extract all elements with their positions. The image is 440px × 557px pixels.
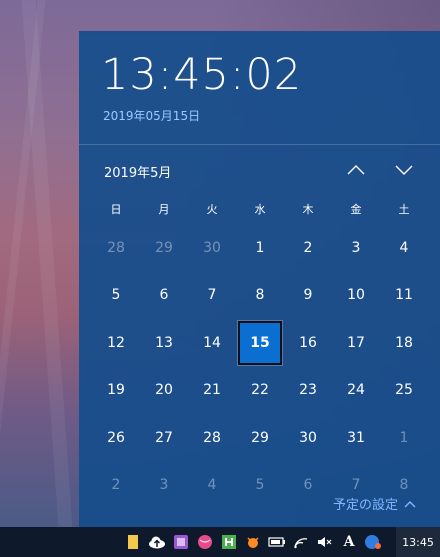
calendar-week-row: 28 29 30 1 2 3 4 xyxy=(92,224,428,272)
calendar-day-today[interactable]: 15 xyxy=(237,319,283,366)
calendar-day[interactable]: 13 xyxy=(140,319,188,367)
calendar-day[interactable]: 11 xyxy=(380,272,428,320)
calendar-day[interactable]: 17 xyxy=(332,319,380,367)
calendar-day[interactable]: 8 xyxy=(236,272,284,320)
weekday-label: 日 xyxy=(110,203,122,216)
month-title[interactable]: 2019年5月 xyxy=(104,162,171,181)
calendar-day[interactable]: 6 xyxy=(140,272,188,320)
clock-date[interactable]: 2019年05月15日 xyxy=(103,107,200,124)
calendar-day[interactable]: 29 xyxy=(140,224,188,272)
next-month-button[interactable] xyxy=(392,159,416,181)
calendar-day[interactable]: 1 xyxy=(380,414,428,462)
weekday-label: 金 xyxy=(350,203,362,216)
taskbar: A 13:45 xyxy=(0,527,440,557)
ball-icon[interactable] xyxy=(196,533,214,551)
calendar-day[interactable]: 2 xyxy=(92,462,140,510)
calendar-day[interactable]: 19 xyxy=(92,367,140,415)
calendar-day[interactable]: 22 xyxy=(236,367,284,415)
calendar-day[interactable]: 5 xyxy=(236,462,284,510)
calendar-day[interactable]: 3 xyxy=(140,462,188,510)
calendar-day[interactable]: 31 xyxy=(332,414,380,462)
calendar-day[interactable]: 28 xyxy=(188,414,236,462)
weekday-label: 月 xyxy=(158,203,170,216)
weekday-label: 木 xyxy=(302,203,314,216)
calendar-day[interactable]: 18 xyxy=(380,319,428,367)
clock-calendar-flyout: 13:45:02 2019年05月15日 2019年5月 日月火水木金土 28 2… xyxy=(79,31,440,527)
file-icon[interactable] xyxy=(124,533,142,551)
chevron-down-icon xyxy=(395,165,413,175)
calendar-day[interactable]: 10 xyxy=(332,272,380,320)
speaker-muted-icon[interactable] xyxy=(316,533,334,551)
battery-icon[interactable] xyxy=(268,533,286,551)
bug-icon[interactable] xyxy=(244,533,262,551)
calendar-day[interactable]: 20 xyxy=(140,367,188,415)
calendar-day[interactable]: 21 xyxy=(188,367,236,415)
calendar-day[interactable]: 4 xyxy=(188,462,236,510)
previous-month-button[interactable] xyxy=(344,159,368,181)
system-tray: A xyxy=(124,527,382,557)
weekday-header: 日月火水木金土 xyxy=(92,201,428,221)
h-icon[interactable] xyxy=(220,533,238,551)
calendar-day[interactable]: 24 xyxy=(332,367,380,415)
calendar-day[interactable]: 5 xyxy=(92,272,140,320)
calendar-day[interactable]: 2 xyxy=(284,224,332,272)
calendar-day[interactable]: 27 xyxy=(140,414,188,462)
calendar-day[interactable]: 6 xyxy=(284,462,332,510)
divider xyxy=(79,144,440,145)
calendar-day[interactable]: 23 xyxy=(284,367,332,415)
agenda-settings-link[interactable]: 予定の設定 xyxy=(333,494,416,513)
calendar-day[interactable]: 7 xyxy=(188,272,236,320)
calendar-grid: 28 29 30 1 2 3 4 5 6 7 8 9 10 11 12 13 14 15 16 17 18 19 20 21 2… xyxy=(92,224,428,509)
calendar-day[interactable]: 30 xyxy=(284,414,332,462)
app-icon[interactable] xyxy=(172,533,190,551)
cloud-upload-icon[interactable] xyxy=(148,533,166,551)
calendar-day[interactable]: 12 xyxy=(92,319,140,367)
calendar-day[interactable]: 1 xyxy=(236,224,284,272)
weekday-label: 水 xyxy=(254,203,266,216)
chevron-up-icon xyxy=(404,500,416,507)
calendar-day[interactable]: 9 xyxy=(284,272,332,320)
calendar-week-row: 5 6 7 8 9 10 11 xyxy=(92,272,428,320)
calendar-day[interactable]: 3 xyxy=(332,224,380,272)
clock-time: 13:45:02 xyxy=(101,50,303,100)
calendar-week-row: 12 13 14 15 16 17 18 xyxy=(92,319,428,367)
calendar-week-row: 19 20 21 22 23 24 25 xyxy=(92,367,428,415)
calendar-day[interactable]: 16 xyxy=(284,319,332,367)
agenda-settings-label: 予定の設定 xyxy=(332,498,398,513)
weekday-label: 土 xyxy=(398,203,410,216)
calendar-day[interactable]: 25 xyxy=(380,367,428,415)
calendar-day[interactable]: 30 xyxy=(188,224,236,272)
chevron-up-icon xyxy=(347,165,365,175)
weekday-label: 火 xyxy=(206,203,218,216)
calendar-day[interactable]: 4 xyxy=(380,224,428,272)
calendar-day[interactable]: 28 xyxy=(92,224,140,272)
ime-icon[interactable]: A xyxy=(340,533,358,551)
wifi-icon[interactable] xyxy=(292,533,310,551)
calendar-day[interactable]: 26 xyxy=(92,414,140,462)
round-app-icon[interactable] xyxy=(364,533,382,551)
calendar-day[interactable]: 29 xyxy=(236,414,284,462)
calendar-week-row: 26 27 28 29 30 31 1 xyxy=(92,414,428,462)
taskbar-clock[interactable]: 13:45 xyxy=(396,527,440,557)
calendar-day[interactable]: 14 xyxy=(188,319,236,367)
